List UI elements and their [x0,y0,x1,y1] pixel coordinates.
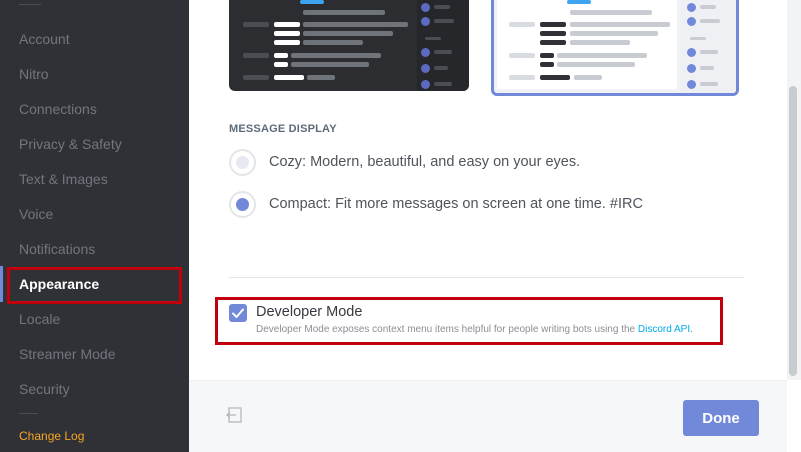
radio-cozy-indicator[interactable] [229,148,256,176]
preview-line [700,82,718,86]
radio-compact[interactable]: Compact: Fit more messages on screen at … [229,189,643,219]
light-theme-preview[interactable] [491,0,739,96]
preview-line [274,62,288,67]
sidebar-item-privacy-safety[interactable]: Privacy & Safety [19,134,122,154]
radio-cozy-label: Cozy: Modern, beautiful, and easy on you… [269,154,581,170]
preview-line [700,5,716,9]
radio-compact-label: Compact: Fit more messages on screen at … [269,196,643,212]
done-button[interactable]: Done [683,400,759,436]
message-display-heading: MESSAGE DISPLAY [229,123,337,135]
preview-line [540,40,566,45]
preview-line [509,22,535,27]
preview-line [274,75,304,80]
preview-avatar [687,17,696,26]
sidebar-item-voice[interactable]: Voice [19,204,53,224]
sidebar-item-streamer-mode[interactable]: Streamer Mode [19,344,115,364]
preview-line [434,82,452,86]
scrollbar-thumb[interactable] [789,86,797,376]
preview-line [540,31,566,36]
radio-cozy[interactable]: Cozy: Modern, beautiful, and easy on you… [229,147,580,177]
preview-line [570,22,670,27]
preview-line [557,53,647,58]
preview-line [300,0,324,4]
preview-line [690,37,706,40]
preview-avatar [421,48,430,57]
sidebar-item-security[interactable]: Security [19,379,70,399]
preview-avatar [421,64,430,73]
section-divider [229,277,744,278]
preview-line [540,75,570,80]
preview-line [574,75,602,80]
preview-line [303,22,408,27]
active-indicator [0,266,3,302]
preview-line [291,62,369,67]
sidebar-item-locale[interactable]: Locale [19,309,60,329]
sidebar-item-account[interactable]: Account [19,29,70,49]
preview-line [570,40,630,45]
preview-avatar [687,48,696,57]
preview-line [567,0,591,4]
preview-line [243,75,269,80]
preview-line [570,31,658,36]
preview-member-list [681,0,736,93]
preview-line [700,50,718,54]
preview-line [570,10,652,15]
preview-avatar [421,3,430,12]
preview-line [540,53,554,58]
preview-line [274,40,300,45]
preview-line [291,53,381,58]
preview-line [303,31,393,36]
changelog-link[interactable]: Change Log [19,429,84,443]
exit-icon[interactable] [226,406,244,424]
preview-line [700,66,714,70]
preview-line [243,53,269,58]
preview-line [425,37,441,40]
preview-member-list [417,0,469,91]
preview-line [274,22,300,27]
highlight-box-developer-mode [215,297,723,345]
sidebar-item-connections[interactable]: Connections [19,99,97,119]
preview-line [274,53,288,58]
preview-line [307,75,335,80]
preview-line [700,19,720,23]
sidebar-divider-top [19,4,41,5]
preview-line [303,40,363,45]
sidebar-item-text-images[interactable]: Text & Images [19,169,108,189]
highlight-box-appearance [7,267,182,304]
preview-line [434,5,450,9]
preview-line [540,62,554,67]
dark-theme-preview[interactable] [229,0,469,91]
preview-avatar [687,64,696,73]
preview-line [540,22,566,27]
preview-avatar [687,3,696,12]
preview-avatar [421,17,430,26]
preview-avatar [421,80,430,89]
preview-line [434,50,452,54]
preview-line [303,10,385,15]
preview-line [509,53,535,58]
preview-line [509,75,535,80]
preview-line [243,22,269,27]
sidebar-item-nitro[interactable]: Nitro [19,64,49,84]
sidebar-divider [19,413,38,414]
sidebar-item-notifications[interactable]: Notifications [19,239,95,259]
preview-line [434,66,448,70]
preview-line [557,62,635,67]
preview-avatar [687,80,696,89]
preview-line [434,19,454,23]
preview-line [274,31,300,36]
radio-compact-indicator[interactable] [229,190,256,218]
